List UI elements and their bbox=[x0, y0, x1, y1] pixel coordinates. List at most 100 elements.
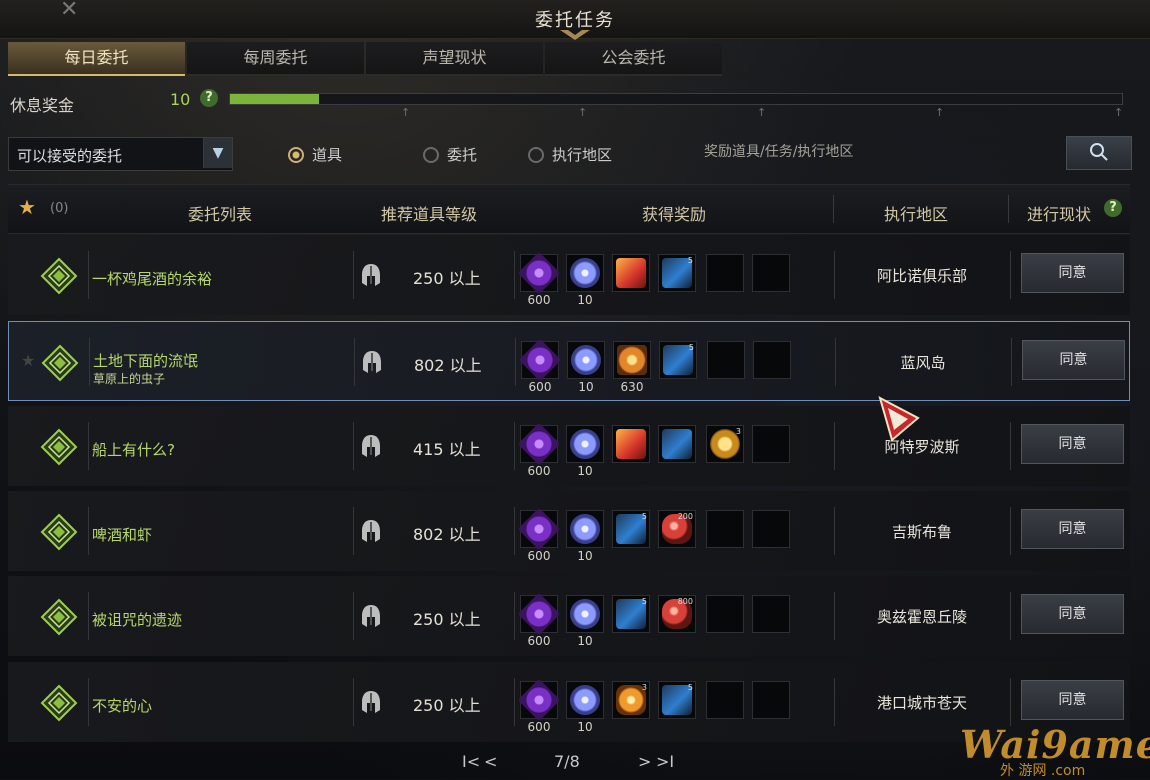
region-name: 阿比诺俱乐部 bbox=[876, 267, 967, 285]
reward-slot[interactable]: 3 bbox=[706, 425, 744, 463]
page-last-button[interactable]: >I bbox=[656, 752, 674, 771]
tab-bar: 每日委托 每周委托 声望现状 公会委托 bbox=[8, 42, 722, 76]
recommended-level: 250 以上 bbox=[413, 610, 481, 629]
page-first-button[interactable]: I< bbox=[462, 752, 480, 771]
page-next-button[interactable]: > bbox=[638, 752, 651, 771]
reward-slot[interactable]: 5 bbox=[612, 595, 650, 633]
reward-slot[interactable] bbox=[517, 507, 561, 551]
tab-daily[interactable]: 每日委托 bbox=[8, 42, 185, 76]
favorite-star-icon[interactable]: ★ bbox=[21, 351, 35, 370]
reward-amount: 10 bbox=[577, 549, 593, 563]
quest-name[interactable]: 一杯鸡尾酒的余裕 bbox=[92, 268, 212, 289]
table-row[interactable]: 啤酒和虾 802 以上 600 10 5 200 吉斯布鲁 同意 bbox=[8, 491, 1130, 571]
radio-quest[interactable]: 委托 bbox=[423, 144, 477, 165]
purple-gem-icon bbox=[517, 507, 561, 551]
reward-qty: 200 bbox=[677, 512, 693, 521]
reward-slot[interactable]: 5 bbox=[658, 254, 696, 292]
quest-name[interactable]: 土地下面的流氓 bbox=[93, 350, 198, 371]
table-row[interactable]: ★ 土地下面的流氓 草原上的虫子 802 以上 600 10 630 5 蓝风岛 同意 bbox=[8, 321, 1130, 401]
reward-slot[interactable]: 200 bbox=[658, 510, 696, 548]
accept-button[interactable]: 同意 bbox=[1022, 340, 1125, 380]
reward-slot[interactable]: 5 bbox=[659, 341, 697, 379]
accept-button[interactable]: 同意 bbox=[1021, 253, 1124, 293]
divider bbox=[515, 338, 516, 386]
reward-amount: 630 bbox=[620, 380, 644, 394]
region-name: 奥兹霍恩丘陵 bbox=[876, 608, 967, 626]
reward-slot[interactable] bbox=[612, 254, 650, 292]
helmet-icon bbox=[362, 691, 380, 713]
quest-emblem-icon bbox=[40, 684, 78, 722]
helmet-icon bbox=[362, 605, 380, 627]
reward-slot[interactable] bbox=[658, 425, 696, 463]
reward-slot[interactable] bbox=[566, 681, 604, 719]
reward-slot[interactable] bbox=[566, 425, 604, 463]
title-bar: ✕ 委托任务 bbox=[0, 0, 1150, 40]
chevron-down-icon[interactable]: ▼ bbox=[203, 138, 232, 168]
recommended-level: 802 以上 bbox=[413, 525, 481, 544]
reward-slot[interactable] bbox=[517, 251, 561, 295]
reward-slot[interactable] bbox=[567, 341, 605, 379]
reward-slot[interactable]: 800 bbox=[658, 595, 696, 633]
reward-slot bbox=[706, 254, 744, 292]
quest-name[interactable]: 不安的心 bbox=[92, 695, 152, 716]
divider bbox=[88, 678, 89, 726]
rest-bonus-value: 10 bbox=[170, 90, 191, 109]
radio-region[interactable]: 执行地区 bbox=[528, 144, 612, 165]
divider bbox=[88, 592, 89, 640]
divider bbox=[353, 422, 354, 470]
reward-slot[interactable] bbox=[518, 338, 562, 382]
table-row[interactable]: 被诅咒的遗迹 250 以上 600 10 5 800 奥兹霍恩丘陵 同意 bbox=[8, 576, 1130, 656]
reward-slot[interactable] bbox=[517, 422, 561, 466]
search-input[interactable]: 奖励道具/任务/执行地区 bbox=[694, 136, 1070, 168]
divider bbox=[514, 678, 515, 726]
filter-select[interactable]: 可以接受的委托 ▼ bbox=[8, 137, 233, 171]
accept-button[interactable]: 同意 bbox=[1021, 680, 1124, 720]
reward-slot[interactable] bbox=[517, 592, 561, 636]
title-ornament-icon bbox=[560, 30, 590, 40]
quest-name[interactable]: 被诅咒的遗迹 bbox=[92, 609, 182, 630]
quest-name[interactable]: 船上有什么? bbox=[92, 439, 175, 460]
reward-slot[interactable] bbox=[612, 425, 650, 463]
helmet-icon bbox=[362, 520, 380, 542]
reward-slot bbox=[752, 681, 790, 719]
region-name: 吉斯布鲁 bbox=[891, 523, 952, 541]
tab-weekly[interactable]: 每周委托 bbox=[187, 42, 364, 76]
reward-slot[interactable] bbox=[517, 678, 561, 722]
table-row[interactable]: 一杯鸡尾酒的余裕 250 以上 600 10 5 阿比诺俱乐部 同意 bbox=[8, 235, 1130, 315]
crystal-heart-icon bbox=[570, 514, 600, 544]
page-indicator: 7/8 bbox=[554, 752, 580, 771]
reward-slot[interactable] bbox=[566, 510, 604, 548]
divider bbox=[1010, 422, 1011, 470]
orange-lantern-icon bbox=[617, 345, 647, 375]
quest-emblem-icon bbox=[40, 428, 78, 466]
quest-name[interactable]: 啤酒和虾 bbox=[92, 524, 152, 545]
accept-button[interactable]: 同意 bbox=[1021, 509, 1124, 549]
reward-slot[interactable] bbox=[566, 595, 604, 633]
reward-slot[interactable]: 3 bbox=[612, 681, 650, 719]
accept-button[interactable]: 同意 bbox=[1021, 594, 1124, 634]
reward-slot[interactable] bbox=[613, 341, 651, 379]
search-button[interactable] bbox=[1066, 136, 1132, 170]
reward-slot[interactable]: 5 bbox=[658, 681, 696, 719]
radio-item[interactable]: 道具 bbox=[288, 144, 342, 165]
radio-empty-icon bbox=[528, 147, 544, 163]
reward-qty: 5 bbox=[641, 597, 647, 606]
divider bbox=[1011, 338, 1012, 386]
reward-slot[interactable]: 5 bbox=[612, 510, 650, 548]
table-row[interactable]: 船上有什么? 415 以上 600 10 3 阿特罗波斯 同意 bbox=[8, 406, 1130, 486]
tab-reputation[interactable]: 声望现状 bbox=[366, 42, 543, 76]
rest-bonus-fill bbox=[230, 94, 320, 104]
status-help-icon[interactable]: ? bbox=[1104, 199, 1122, 217]
tab-guild[interactable]: 公会委托 bbox=[545, 42, 722, 76]
crystal-heart-icon bbox=[571, 345, 601, 375]
divider bbox=[1010, 507, 1011, 555]
reward-slot[interactable] bbox=[566, 254, 604, 292]
favorite-star-icon[interactable]: ★ bbox=[18, 195, 36, 219]
crystal-heart-icon bbox=[570, 258, 600, 288]
page-prev-button[interactable]: < bbox=[484, 752, 497, 771]
rest-help-icon[interactable]: ? bbox=[200, 89, 218, 107]
quest-emblem-icon bbox=[41, 344, 79, 382]
accept-button[interactable]: 同意 bbox=[1021, 424, 1124, 464]
reward-qty: 5 bbox=[641, 512, 647, 521]
rest-bonus-bar bbox=[229, 93, 1123, 105]
